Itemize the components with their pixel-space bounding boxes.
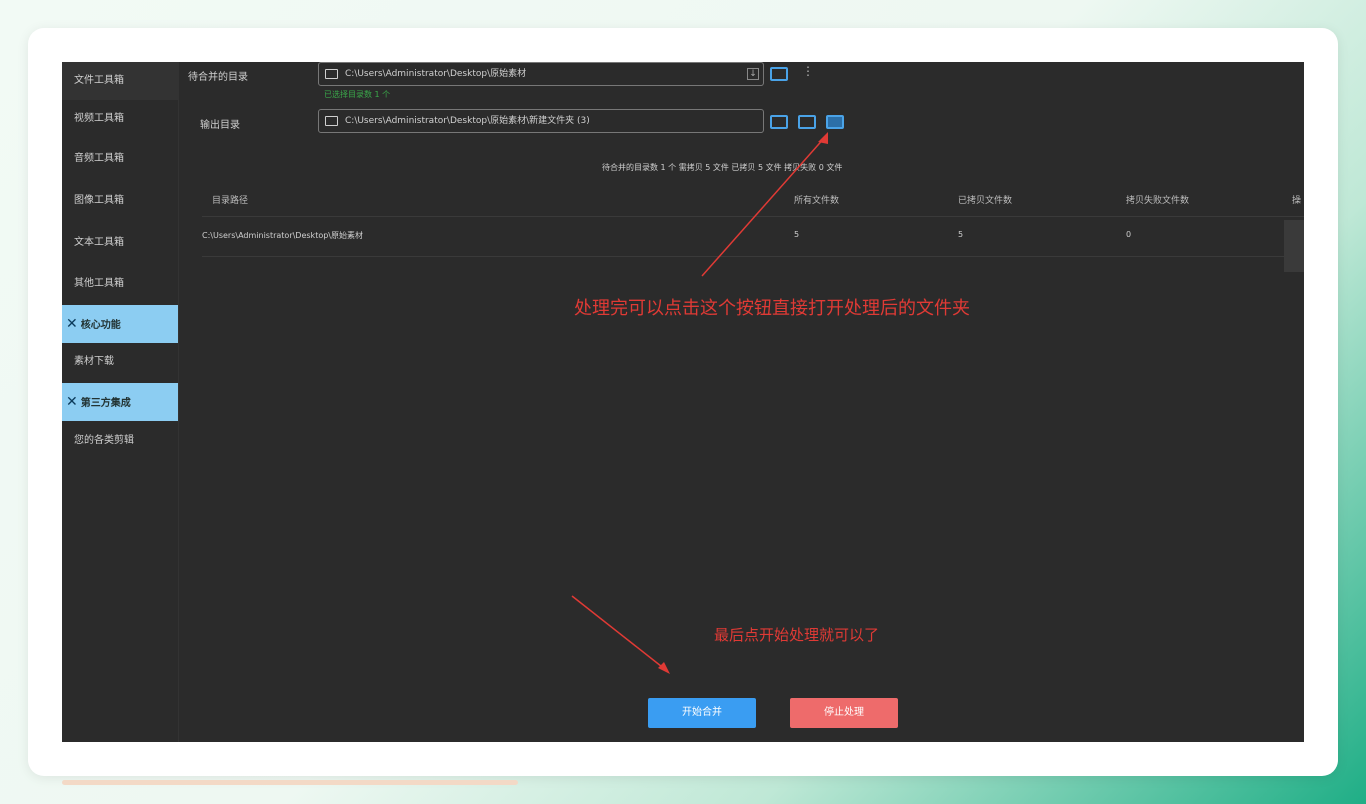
arrowhead-bottom xyxy=(658,662,670,674)
annotation-arrows xyxy=(571,132,828,674)
stop-button[interactable]: 停止处理 xyxy=(790,698,898,728)
bottom-accent-bar xyxy=(62,780,518,785)
arrow-to-start xyxy=(571,595,667,671)
arrow-to-open-folder xyxy=(701,135,827,277)
start-button[interactable]: 开始合并 xyxy=(648,698,756,728)
arrowhead-top xyxy=(818,132,828,144)
app-screenshot: 文件工具箱 视频工具箱 音频工具箱 图像工具箱 文本工具箱 其他工具箱 ✕ 核心功… xyxy=(62,62,1304,742)
